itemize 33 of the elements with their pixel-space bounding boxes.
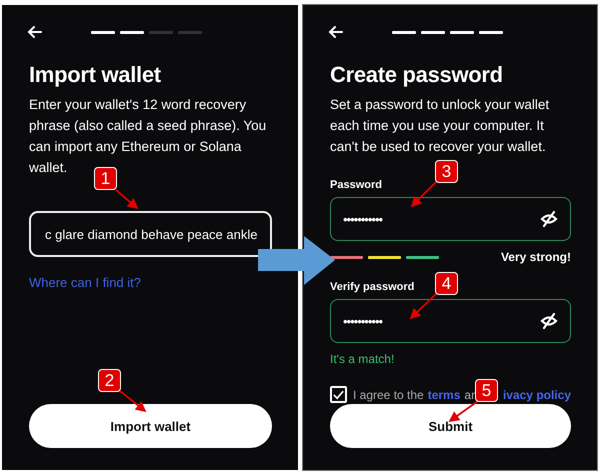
pointer-arrow xyxy=(119,390,146,412)
back-icon xyxy=(328,25,344,39)
screen-title: Import wallet xyxy=(29,62,161,88)
screen-title: Create password xyxy=(330,62,503,88)
phrase-field[interactable]: c glare diamond behave peace ankle xyxy=(29,211,272,257)
masked-text: ••••••••••• xyxy=(343,212,382,226)
eye-slash-icon xyxy=(540,210,558,228)
step-badge: 4 xyxy=(436,273,457,294)
step-badge: 2 xyxy=(99,370,120,391)
field-label: Password xyxy=(330,179,382,191)
back-icon xyxy=(27,25,43,39)
eye-slash-icon xyxy=(540,312,558,330)
check-icon xyxy=(332,388,345,401)
pointer-arrow xyxy=(410,181,437,208)
checkbox[interactable] xyxy=(330,386,347,403)
agreement-link[interactable]: terms xyxy=(428,388,460,402)
pointer-arrow xyxy=(448,400,479,422)
pointer-arrow xyxy=(115,189,138,210)
step-badge: 3 xyxy=(436,161,457,182)
strength-label: Very strong! xyxy=(500,250,571,264)
step-badge: 5 xyxy=(476,380,497,401)
description-text: Set a password to unlock your wallet each time you use your computer. It can't be used to recover your wallet. xyxy=(330,96,550,156)
password-field[interactable]: ••••••••••• xyxy=(330,197,571,241)
masked-text: ••••••••••• xyxy=(343,314,382,328)
agreement-text: I agree to the xyxy=(353,388,424,402)
pointer-arrow xyxy=(410,293,437,320)
import-wallet-button[interactable]: Import wallet xyxy=(29,404,272,448)
agreement-link[interactable]: ivacy policy xyxy=(502,388,571,402)
match-message: It's a match! xyxy=(330,352,394,366)
help-link[interactable]: Where can I find it? xyxy=(29,275,141,290)
verify-password-field[interactable]: ••••••••••• xyxy=(330,299,571,343)
submit-button[interactable]: Submit xyxy=(330,404,571,448)
field-label: Verify password xyxy=(330,281,414,293)
